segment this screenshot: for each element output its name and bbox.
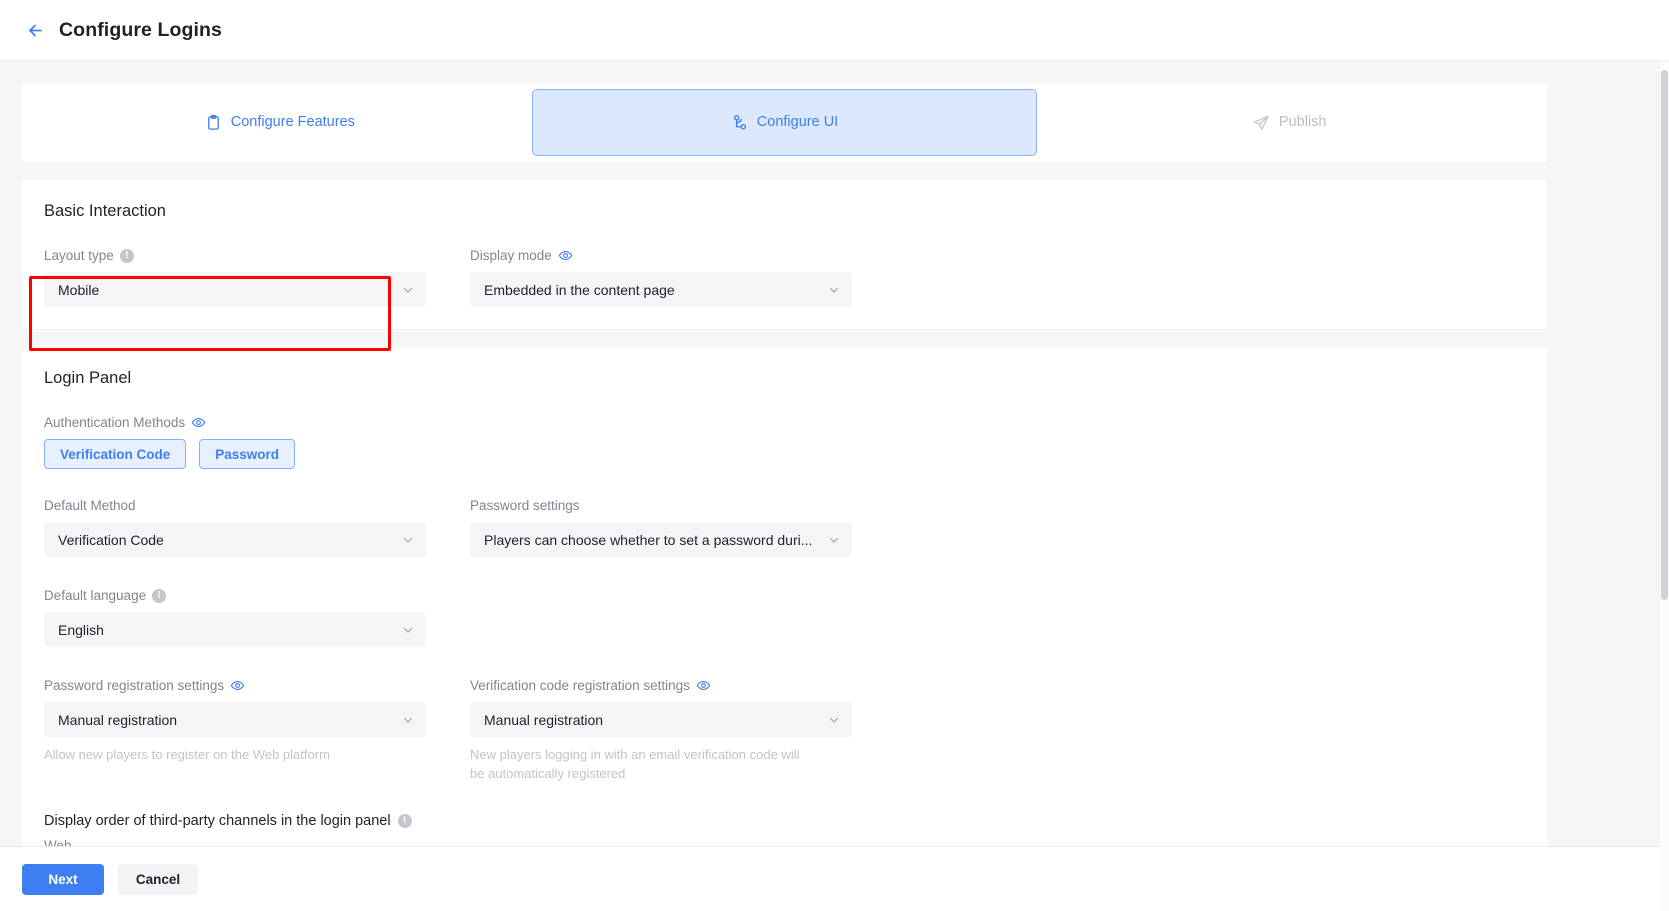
chevron-down-icon: [402, 534, 414, 546]
step-label: Configure UI: [756, 114, 839, 131]
authentication-methods-label-text: Authentication Methods: [44, 415, 186, 430]
password-settings-label: Password settings: [470, 497, 852, 514]
layout-type-label: Layout type !: [44, 247, 426, 264]
chevron-down-icon: [402, 624, 414, 636]
page-body: Configure Features Configure UI Publish …: [0, 61, 1669, 911]
password-registration-value: Manual registration: [58, 711, 178, 728]
back-button[interactable]: [22, 17, 48, 43]
default-method-label: Default Method: [44, 497, 426, 514]
default-method-select[interactable]: Verification Code: [44, 522, 426, 557]
password-registration-label-text: Password registration settings: [44, 678, 225, 693]
layout-type-label-text: Layout type: [44, 248, 114, 263]
sitemap-icon: [731, 114, 748, 131]
arrow-left-icon: [26, 21, 45, 40]
default-language-field: Default language ! English: [44, 587, 426, 647]
login-panel-card: Login Panel Authentication Methods Verif…: [22, 347, 1547, 863]
password-settings-value: Players can choose whether to set a pass…: [484, 531, 813, 548]
page-title: Configure Logins: [59, 18, 222, 41]
password-registration-label: Password registration settings: [44, 677, 426, 694]
step-label: Publish: [1278, 114, 1327, 131]
cancel-button[interactable]: Cancel: [118, 863, 198, 895]
step-configure-features[interactable]: Configure Features: [28, 89, 532, 156]
verification-registration-field: Verification code registration settings …: [470, 677, 852, 783]
chevron-down-icon: [402, 714, 414, 726]
chevron-down-icon: [828, 714, 840, 726]
layout-type-select[interactable]: Mobile: [44, 272, 426, 307]
steps-bar: Configure Features Configure UI Publish: [22, 83, 1547, 162]
password-settings-label-text: Password settings: [470, 498, 580, 513]
chip-password[interactable]: Password: [199, 439, 296, 469]
default-method-label-text: Default Method: [44, 498, 136, 513]
chevron-down-icon: [828, 534, 840, 546]
step-configure-ui[interactable]: Configure UI: [531, 89, 1038, 156]
verification-registration-hint: New players logging in with an email ver…: [470, 747, 800, 781]
basic-interaction-row: Layout type ! Mobile Display mode Embedd…: [44, 247, 1525, 307]
default-method-value: Verification Code: [58, 531, 164, 548]
clipboard-icon: [205, 114, 222, 131]
default-language-value: English: [58, 621, 104, 638]
third-party-order-label: Display order of third-party channels in…: [44, 813, 1525, 829]
authentication-methods-label: Authentication Methods: [44, 414, 1525, 431]
footer-bar: Next Cancel: [0, 846, 1660, 911]
password-registration-select[interactable]: Manual registration: [44, 702, 426, 737]
eye-icon[interactable]: [558, 248, 573, 263]
step-label: Configure Features: [230, 114, 355, 131]
send-icon: [1252, 114, 1270, 132]
eye-icon[interactable]: [191, 415, 206, 430]
layout-type-field: Layout type ! Mobile: [44, 247, 426, 307]
info-icon[interactable]: !: [152, 588, 167, 603]
default-language-label: Default language !: [44, 587, 426, 604]
display-mode-label-text: Display mode: [470, 248, 552, 263]
verification-registration-value: Manual registration: [484, 711, 604, 728]
verification-registration-select[interactable]: Manual registration: [470, 702, 852, 737]
section-title-login-panel: Login Panel: [44, 369, 132, 387]
section-title-basic-interaction: Basic Interaction: [44, 202, 166, 220]
display-mode-value: Embedded in the content page: [484, 281, 675, 298]
vertical-scrollbar-thumb[interactable]: [1661, 70, 1668, 600]
third-party-order-label-text: Display order of third-party channels in…: [44, 813, 391, 829]
eye-icon[interactable]: [230, 678, 245, 693]
authentication-methods-chips: Verification Code Password: [44, 439, 1525, 469]
password-settings-field: Password settings Players can choose whe…: [470, 497, 852, 557]
info-icon[interactable]: !: [119, 248, 134, 263]
registration-settings-row: Password registration settings Manual re…: [44, 677, 1525, 783]
verification-registration-label: Verification code registration settings: [470, 677, 852, 694]
display-mode-field: Display mode Embedded in the content pag…: [470, 247, 852, 307]
configure-logins-page: Configure Logins Configure Features Conf…: [0, 0, 1669, 911]
verification-registration-label-text: Verification code registration settings: [470, 678, 690, 693]
default-method-field: Default Method Verification Code: [44, 497, 426, 557]
top-bar: Configure Logins: [0, 0, 1669, 61]
chevron-down-icon: [402, 284, 414, 296]
step-publish[interactable]: Publish: [1037, 89, 1541, 156]
default-language-row: Default language ! English: [44, 587, 1525, 647]
display-mode-select[interactable]: Embedded in the content page: [470, 272, 852, 307]
chevron-down-icon: [828, 284, 840, 296]
password-registration-field: Password registration settings Manual re…: [44, 677, 426, 783]
info-icon[interactable]: !: [397, 814, 412, 828]
basic-interaction-card: Basic Interaction Layout type ! Mobile D…: [22, 180, 1547, 329]
password-registration-hint: Allow new players to register on the Web…: [44, 747, 330, 762]
default-method-row: Default Method Verification Code Passwor…: [44, 497, 1525, 557]
eye-icon[interactable]: [696, 678, 711, 693]
chip-verification-code[interactable]: Verification Code: [44, 439, 187, 469]
default-language-label-text: Default language: [44, 588, 147, 603]
default-language-select[interactable]: English: [44, 612, 426, 647]
next-button[interactable]: Next: [22, 863, 104, 895]
layout-type-value: Mobile: [58, 281, 100, 298]
display-mode-label: Display mode: [470, 247, 852, 264]
password-settings-select[interactable]: Players can choose whether to set a pass…: [470, 522, 852, 557]
default-language-empty-col: [470, 587, 852, 647]
